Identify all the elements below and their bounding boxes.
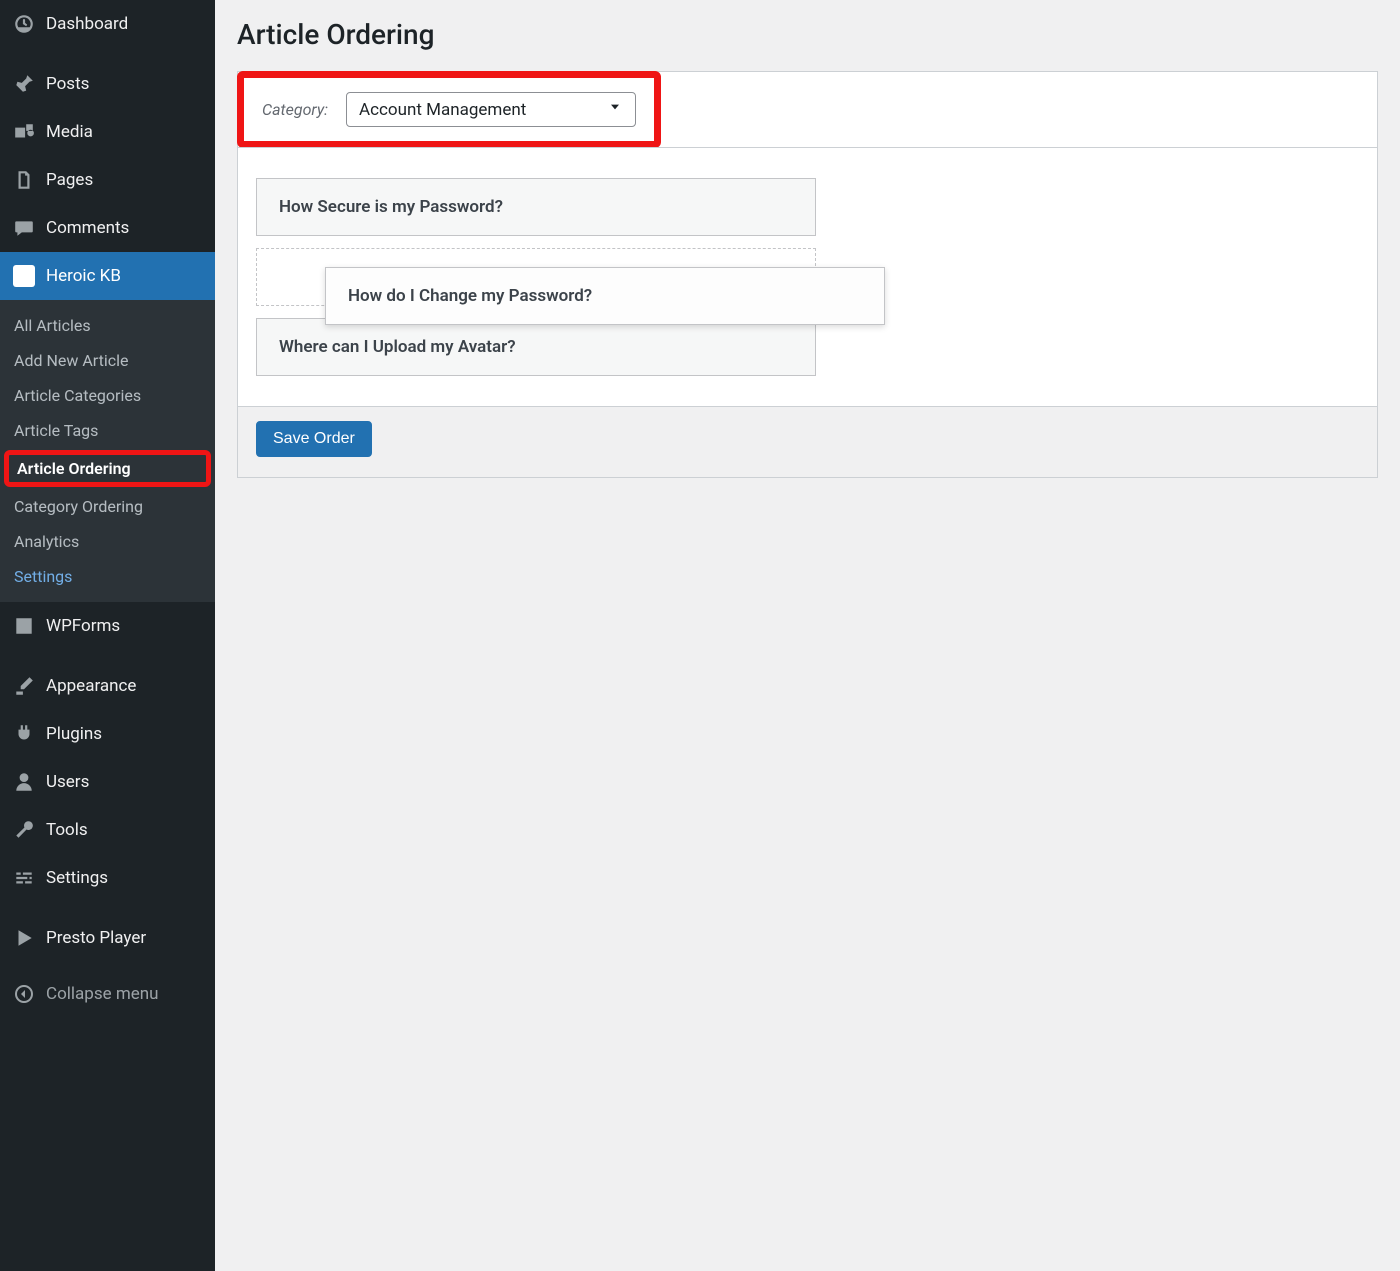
sidebar-item-users[interactable]: Users [0,758,215,806]
sliders-icon [12,866,36,890]
sidebar-item-heroic-kb[interactable]: Heroic KB [0,252,215,300]
chevron-down-icon [607,99,623,120]
sidebar-item-wpforms[interactable]: WPForms [0,602,215,650]
sidebar-label: Posts [46,74,89,94]
category-label: Category: [262,100,328,119]
sidebar-item-media[interactable]: Media [0,108,215,156]
sidebar-label: Media [46,122,93,142]
submenu-analytics[interactable]: Analytics [0,524,215,559]
sidebar-item-comments[interactable]: Comments [0,204,215,252]
article-row[interactable]: Where can I Upload my Avatar? [256,318,816,376]
sidebar-label: WPForms [46,616,120,636]
sidebar-item-appearance[interactable]: Appearance [0,662,215,710]
page-title: Article Ordering [237,18,1378,51]
sidebar-label: Dashboard [46,14,128,34]
users-icon [12,770,36,794]
submenu-all-articles[interactable]: All Articles [0,308,215,343]
sidebar-label: Heroic KB [46,266,121,286]
brush-icon [12,674,36,698]
article-list: How Secure is my Password? How do I Chan… [237,147,1378,407]
submenu-category-ordering[interactable]: Category Ordering [0,489,215,524]
category-select-value: Account Management [359,100,526,120]
collapse-label: Collapse menu [46,984,159,1004]
sidebar-label: Tools [46,820,88,840]
heroic-kb-icon [12,264,36,288]
submenu-article-ordering[interactable]: Article Ordering [4,450,211,487]
sidebar-item-presto[interactable]: Presto Player [0,914,215,962]
save-order-button[interactable]: Save Order [256,421,372,457]
heroic-kb-submenu: All Articles Add New Article Article Cat… [0,300,215,602]
drop-placeholder: How do I Change my Password? [256,248,816,306]
sidebar-label: Appearance [46,676,136,696]
pin-icon [12,72,36,96]
save-bar: Save Order [237,407,1378,478]
admin-sidebar: Dashboard Posts Media Pages Comments Her… [0,0,215,1271]
media-icon [12,120,36,144]
dashboard-icon [12,12,36,36]
submenu-categories[interactable]: Article Categories [0,378,215,413]
sidebar-item-pages[interactable]: Pages [0,156,215,204]
sidebar-label: Comments [46,218,129,238]
play-icon [12,926,36,950]
pages-icon [12,168,36,192]
sidebar-label: Settings [46,868,108,888]
sidebar-item-settings[interactable]: Settings [0,854,215,902]
sidebar-item-dashboard[interactable]: Dashboard [0,0,215,48]
comments-icon [12,216,36,240]
category-select[interactable]: Account Management [346,92,636,127]
sidebar-label: Presto Player [46,928,146,948]
submenu-settings[interactable]: Settings [0,559,215,594]
sidebar-label: Users [46,772,89,792]
collapse-menu[interactable]: Collapse menu [0,972,215,1016]
sidebar-item-plugins[interactable]: Plugins [0,710,215,758]
plug-icon [12,722,36,746]
wrench-icon [12,818,36,842]
submenu-tags[interactable]: Article Tags [0,413,215,448]
sidebar-label: Pages [46,170,93,190]
article-row[interactable]: How Secure is my Password? [256,178,816,236]
article-row-dragging[interactable]: How do I Change my Password? [325,267,885,325]
main-content: Article Ordering Category: Account Manag… [215,0,1400,1271]
form-icon [12,614,36,638]
sidebar-item-tools[interactable]: Tools [0,806,215,854]
category-filter-box: Category: Account Management [237,71,661,148]
submenu-add-new[interactable]: Add New Article [0,343,215,378]
sidebar-item-posts[interactable]: Posts [0,60,215,108]
collapse-icon [12,982,36,1006]
sidebar-label: Plugins [46,724,102,744]
